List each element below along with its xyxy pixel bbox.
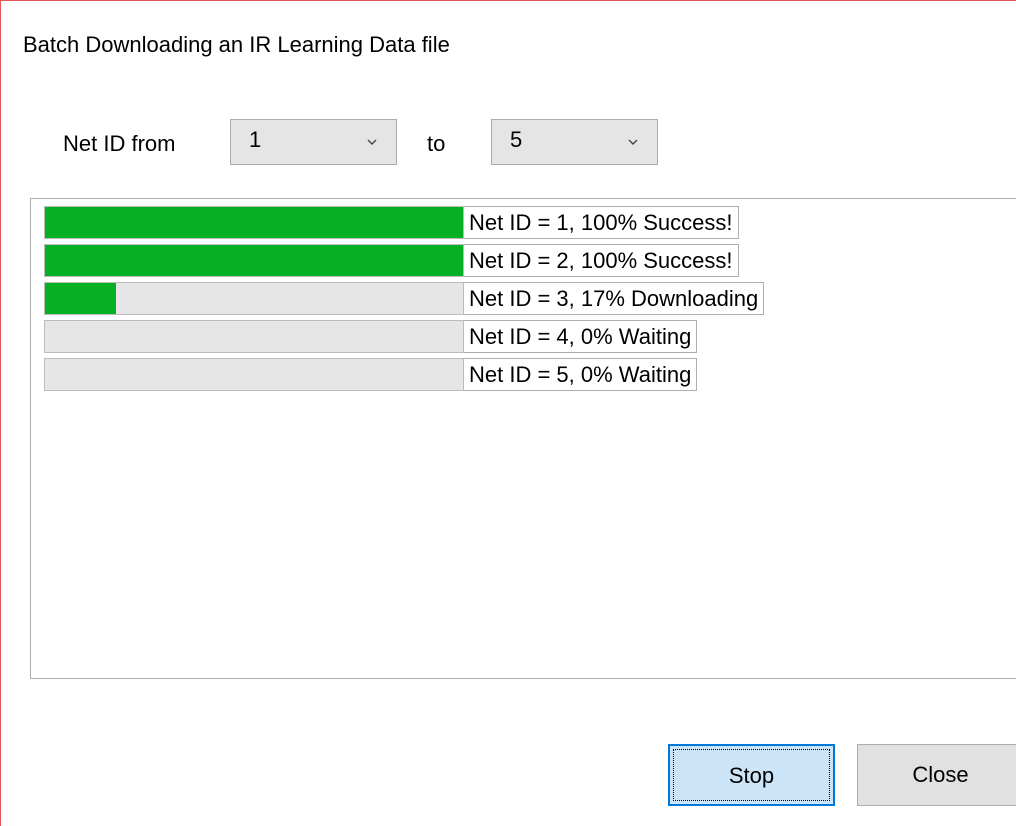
- progress-bar: [44, 358, 464, 391]
- net-id-from-label: Net ID from: [63, 131, 176, 156]
- net-id-to-select[interactable]: 5: [491, 119, 658, 165]
- progress-fill: [45, 283, 117, 314]
- download-row: Net ID = 3, 17% Downloading: [44, 282, 765, 315]
- close-button[interactable]: Close: [857, 744, 1016, 806]
- net-id-from-value: 1: [249, 127, 262, 152]
- progress-bar: [44, 244, 464, 277]
- download-status: Net ID = 4, 0% Waiting: [463, 320, 698, 353]
- progress-fill: [45, 245, 463, 276]
- progress-bar: [44, 282, 464, 315]
- dialog-window: Batch Downloading an IR Learning Data fi…: [0, 0, 1016, 826]
- download-status: Net ID = 2, 100% Success!: [463, 244, 739, 277]
- download-row: Net ID = 5, 0% Waiting: [44, 358, 764, 391]
- progress-bar: [44, 320, 464, 353]
- net-id-from-select[interactable]: 1: [230, 119, 397, 165]
- chevron-down-icon: [628, 139, 638, 145]
- download-row: Net ID = 1, 100% Success!: [44, 206, 764, 239]
- download-rows: Net ID = 1, 100% Success! Net ID = 2, 10…: [44, 206, 765, 396]
- dialog-title: Batch Downloading an IR Learning Data fi…: [23, 32, 450, 57]
- stop-button[interactable]: Stop: [668, 744, 835, 806]
- chevron-down-icon: [367, 139, 377, 145]
- download-status: Net ID = 1, 100% Success!: [463, 206, 739, 239]
- download-progress-list[interactable]: Net ID = 1, 100% Success! Net ID = 2, 10…: [30, 198, 1016, 679]
- download-row: Net ID = 2, 100% Success!: [44, 244, 764, 277]
- net-id-to-label: to: [427, 131, 446, 156]
- download-status: Net ID = 3, 17% Downloading: [463, 282, 765, 315]
- close-button-label: Close: [912, 762, 969, 787]
- download-row: Net ID = 4, 0% Waiting: [44, 320, 764, 353]
- progress-fill: [45, 207, 463, 238]
- net-id-to-value: 5: [510, 127, 523, 152]
- progress-bar: [44, 206, 464, 239]
- focus-rectangle: [673, 749, 830, 801]
- download-status: Net ID = 5, 0% Waiting: [463, 358, 698, 391]
